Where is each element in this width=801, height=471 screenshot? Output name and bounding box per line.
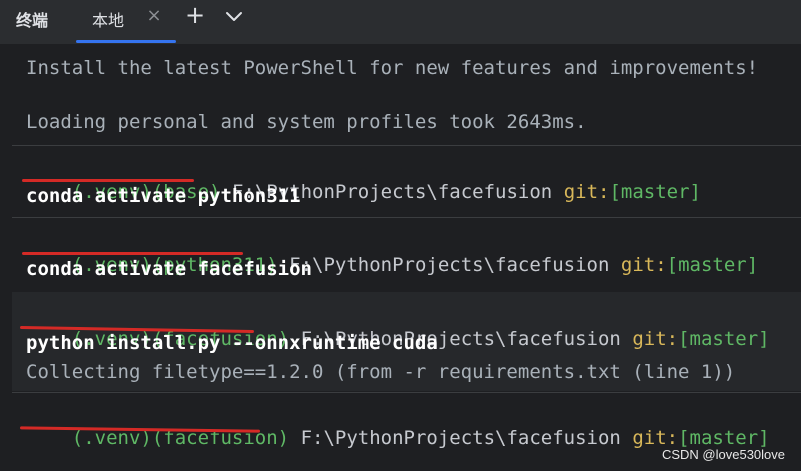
tab-local[interactable]: 本地 × — [76, 0, 176, 44]
git-label: git: — [620, 254, 667, 276]
command-line: python install.py --onnxruntime cuda — [26, 332, 438, 354]
red-underline-annotation — [22, 252, 243, 255]
branch-label: [master] — [678, 427, 770, 449]
command-line: conda activate python311 — [26, 185, 301, 207]
command-line: conda activate facefusion — [26, 258, 312, 280]
path-label: F:\PythonProjects\facefusion — [300, 427, 621, 449]
terminal-tabbar: 终端 本地 × + — [0, 0, 801, 44]
git-label: git: — [563, 181, 610, 203]
terminal-output[interactable]: Install the latest PowerShell for new fe… — [0, 44, 801, 471]
toolwindow-title: 终端 — [16, 11, 49, 30]
plus-icon[interactable]: + — [183, 3, 207, 28]
prompt-line: (.venv)(facefusion) F:\PythonProjects\fa… — [26, 402, 770, 471]
banner-line: Install the latest PowerShell for new fe… — [26, 57, 759, 79]
git-label: git: — [632, 427, 679, 449]
close-icon[interactable]: × — [146, 6, 162, 26]
active-tab-indicator — [76, 40, 176, 43]
path-label: F:\PythonProjects\facefusion — [289, 254, 610, 276]
block-divider — [12, 217, 801, 218]
branch-label: [master] — [666, 254, 759, 276]
git-label: git: — [632, 328, 679, 350]
branch-label: [master] — [609, 181, 701, 203]
output-line: Collecting filetype==1.2.0 (from -r requ… — [26, 361, 736, 383]
chevron-down-icon[interactable] — [222, 4, 246, 28]
banner-line: Loading personal and system profiles too… — [26, 111, 587, 133]
block-divider — [12, 392, 801, 393]
block-divider — [12, 145, 801, 146]
watermark: CSDN @love530love — [661, 447, 785, 462]
red-underline-annotation — [22, 179, 194, 182]
tab-label: 本地 — [92, 11, 125, 30]
branch-label: [master] — [678, 328, 770, 350]
